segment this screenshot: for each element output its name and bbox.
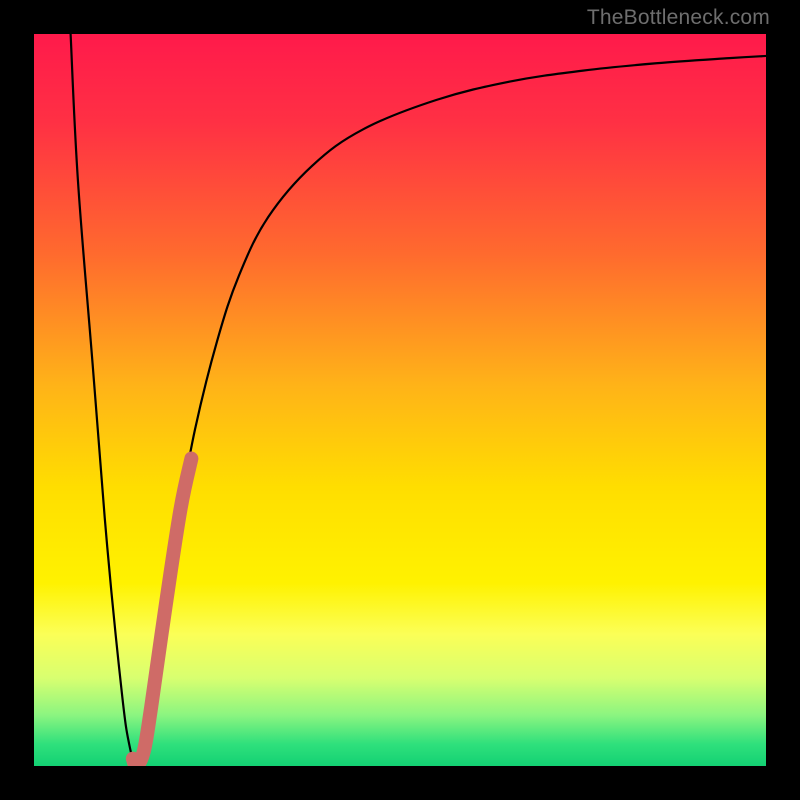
watermark-text: TheBottleneck.com xyxy=(587,6,770,30)
chart-frame: TheBottleneck.com xyxy=(0,0,800,800)
plot-area xyxy=(34,34,766,766)
curve-layer xyxy=(34,34,766,766)
bottleneck-curve xyxy=(71,34,766,766)
highlighted-segment xyxy=(133,459,192,766)
